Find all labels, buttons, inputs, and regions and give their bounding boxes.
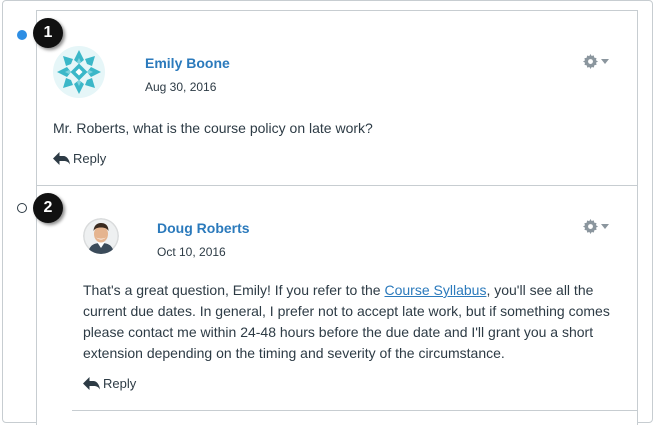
settings-menu-button[interactable] <box>583 219 609 234</box>
chevron-down-icon <box>601 58 609 64</box>
course-syllabus-link[interactable]: Course Syllabus <box>385 282 487 298</box>
reply-button[interactable]: Reply <box>83 376 136 391</box>
author-name[interactable]: Emily Boone <box>145 55 230 71</box>
entry-divider <box>36 185 638 186</box>
post-date: Aug 30, 2016 <box>145 80 217 94</box>
reply-button[interactable]: Reply <box>53 151 106 166</box>
person-photo-avatar-icon <box>83 218 119 254</box>
author-name[interactable]: Doug Roberts <box>157 220 250 236</box>
gear-icon <box>583 219 598 234</box>
post-message: Mr. Roberts, what is the course policy o… <box>53 120 373 136</box>
reply-arrow-icon <box>53 152 70 165</box>
post-message: That's a great question, Emily! If you r… <box>83 280 631 364</box>
reply-label: Reply <box>73 151 107 166</box>
message-line-2: current due dates. In general, I prefer … <box>83 303 610 319</box>
gear-icon <box>583 54 598 69</box>
reply-label: Reply <box>103 376 137 391</box>
unread-indicator[interactable] <box>17 30 27 40</box>
reply-divider <box>72 410 638 411</box>
message-line-1: That's a great question, Emily! If you r… <box>83 280 631 301</box>
read-indicator[interactable] <box>17 203 27 213</box>
message-text: , you'll see all the <box>486 282 594 298</box>
callout-badge-1: 1 <box>33 18 63 48</box>
reply-arrow-icon <box>83 377 100 390</box>
settings-menu-button[interactable] <box>583 54 609 69</box>
chevron-down-icon <box>601 223 609 229</box>
post-date: Oct 10, 2016 <box>157 245 226 259</box>
avatar-doug[interactable] <box>83 218 119 254</box>
geometric-pattern-avatar-icon <box>51 44 107 100</box>
message-text: That's a great question, Emily! If you r… <box>83 282 385 298</box>
callout-badge-2: 2 <box>33 193 63 223</box>
message-line-4: extension depending on the timing and se… <box>83 345 505 361</box>
avatar-emily[interactable] <box>51 44 107 100</box>
message-line-3: please contact me within 24-48 hours bef… <box>83 324 594 340</box>
